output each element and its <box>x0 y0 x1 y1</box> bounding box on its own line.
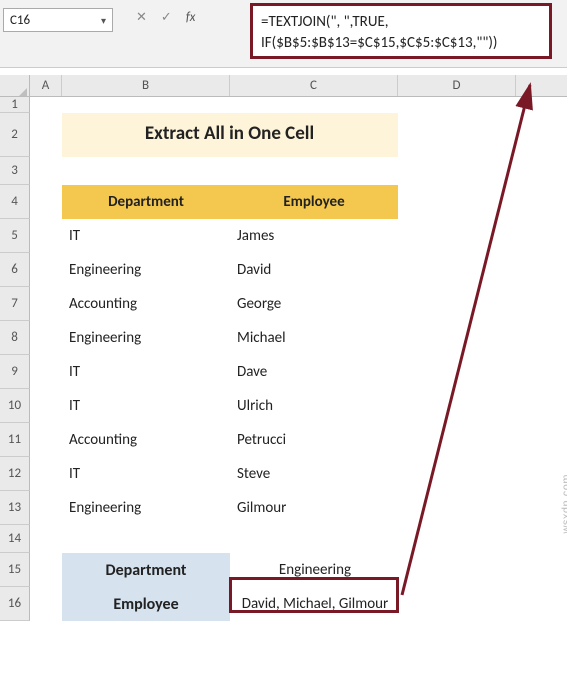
formula-bar-area: C16 ▾ ✕ ✓ fx =TEXTJOIN(", ",TRUE, IF($B$… <box>0 0 567 68</box>
row-header[interactable]: 14 <box>0 525 30 553</box>
data-dept[interactable]: IT <box>62 355 230 389</box>
col-header-C[interactable]: C <box>230 75 398 96</box>
lookup-dept-value[interactable]: Engineering <box>230 553 398 587</box>
cell[interactable] <box>30 287 62 321</box>
cell[interactable] <box>398 423 516 457</box>
cell[interactable] <box>398 219 516 253</box>
data-dept[interactable]: IT <box>62 457 230 491</box>
cell[interactable] <box>62 157 230 185</box>
cell[interactable] <box>30 253 62 287</box>
cell[interactable] <box>398 355 516 389</box>
cell[interactable] <box>30 389 62 423</box>
cell[interactable] <box>30 113 62 157</box>
cell[interactable] <box>62 525 230 553</box>
cell[interactable] <box>398 253 516 287</box>
cell[interactable] <box>30 185 62 219</box>
cell[interactable] <box>398 287 516 321</box>
title-cell[interactable]: Extract All in One Cell <box>62 113 398 157</box>
select-all-corner[interactable] <box>0 75 30 96</box>
cell[interactable] <box>30 219 62 253</box>
cell[interactable] <box>398 389 516 423</box>
row-header[interactable]: 1 <box>0 97 30 113</box>
cell[interactable] <box>30 587 62 621</box>
data-emp[interactable]: George <box>230 287 398 321</box>
row-header[interactable]: 3 <box>0 157 30 185</box>
data-emp[interactable]: Dave <box>230 355 398 389</box>
data-emp[interactable]: Steve <box>230 457 398 491</box>
row-header[interactable]: 13 <box>0 491 30 525</box>
row-header[interactable]: 11 <box>0 423 30 457</box>
row-header[interactable]: 4 <box>0 185 30 219</box>
row-header[interactable]: 8 <box>0 321 30 355</box>
watermark: wsxdn.com <box>561 474 567 534</box>
row-header[interactable]: 16 <box>0 587 30 621</box>
cell[interactable] <box>30 97 62 113</box>
formula-line2: IF($B$5:$B$13=$C$15,$C$5:$C$13,"")) <box>261 33 541 54</box>
name-box-value: C16 <box>10 13 30 28</box>
row-header[interactable]: 12 <box>0 457 30 491</box>
data-emp[interactable]: Ulrich <box>230 389 398 423</box>
data-dept[interactable]: IT <box>62 219 230 253</box>
lookup-emp-value[interactable]: David, Michael, Gilmour <box>230 587 398 621</box>
formula-input[interactable]: =TEXTJOIN(", ",TRUE, IF($B$5:$B$13=$C$15… <box>250 3 552 59</box>
row-header[interactable]: 6 <box>0 253 30 287</box>
row-header[interactable]: 2 <box>0 113 30 157</box>
header-department[interactable]: Department <box>62 185 230 219</box>
col-header-A[interactable]: A <box>30 75 62 96</box>
column-headers: A B C D <box>0 75 567 97</box>
cell[interactable] <box>398 525 516 553</box>
row-header[interactable]: 7 <box>0 287 30 321</box>
data-emp[interactable]: David <box>230 253 398 287</box>
header-employee[interactable]: Employee <box>230 185 398 219</box>
cell[interactable] <box>230 525 398 553</box>
lookup-emp-label[interactable]: Employee <box>62 587 230 621</box>
data-dept[interactable]: Engineering <box>62 321 230 355</box>
cell[interactable] <box>30 423 62 457</box>
formula-icons: ✕ ✓ fx <box>136 10 195 25</box>
cell[interactable] <box>30 321 62 355</box>
row-header[interactable]: 15 <box>0 553 30 587</box>
cell[interactable] <box>30 457 62 491</box>
cell[interactable] <box>398 97 516 113</box>
cell[interactable] <box>398 157 516 185</box>
cell[interactable] <box>30 525 62 553</box>
data-emp[interactable]: Gilmour <box>230 491 398 525</box>
chevron-down-icon[interactable]: ▾ <box>101 14 106 27</box>
cell[interactable] <box>230 97 398 113</box>
row-header[interactable]: 10 <box>0 389 30 423</box>
row-header[interactable]: 5 <box>0 219 30 253</box>
cell[interactable] <box>30 491 62 525</box>
cell[interactable] <box>398 491 516 525</box>
cancel-icon[interactable]: ✕ <box>136 10 147 25</box>
cell[interactable] <box>398 587 516 621</box>
cell[interactable] <box>398 553 516 587</box>
col-header-B[interactable]: B <box>62 75 230 96</box>
data-dept[interactable]: Engineering <box>62 491 230 525</box>
data-dept[interactable]: Engineering <box>62 253 230 287</box>
accept-icon[interactable]: ✓ <box>161 10 172 25</box>
data-dept[interactable]: Accounting <box>62 423 230 457</box>
data-dept[interactable]: Accounting <box>62 287 230 321</box>
cell[interactable] <box>398 113 516 157</box>
row-header[interactable]: 9 <box>0 355 30 389</box>
cell[interactable] <box>398 185 516 219</box>
worksheet[interactable]: A B C D 1 2 Extract All in One Cell 3 <box>0 75 567 672</box>
rows: 1 2 Extract All in One Cell 3 4 Departme… <box>0 97 567 621</box>
lookup-dept-label[interactable]: Department <box>62 553 230 587</box>
data-emp[interactable]: James <box>230 219 398 253</box>
data-emp[interactable]: Michael <box>230 321 398 355</box>
cell[interactable] <box>398 457 516 491</box>
cell[interactable] <box>398 321 516 355</box>
fx-icon[interactable]: fx <box>186 10 196 25</box>
cell[interactable] <box>62 97 230 113</box>
col-header-D[interactable]: D <box>398 75 516 96</box>
name-box[interactable]: C16 ▾ <box>3 8 113 32</box>
data-dept[interactable]: IT <box>62 389 230 423</box>
cell[interactable] <box>230 157 398 185</box>
cell[interactable] <box>30 553 62 587</box>
formula-line1: =TEXTJOIN(", ",TRUE, <box>261 12 541 33</box>
cell[interactable] <box>30 157 62 185</box>
cell[interactable] <box>30 355 62 389</box>
data-emp[interactable]: Petrucci <box>230 423 398 457</box>
